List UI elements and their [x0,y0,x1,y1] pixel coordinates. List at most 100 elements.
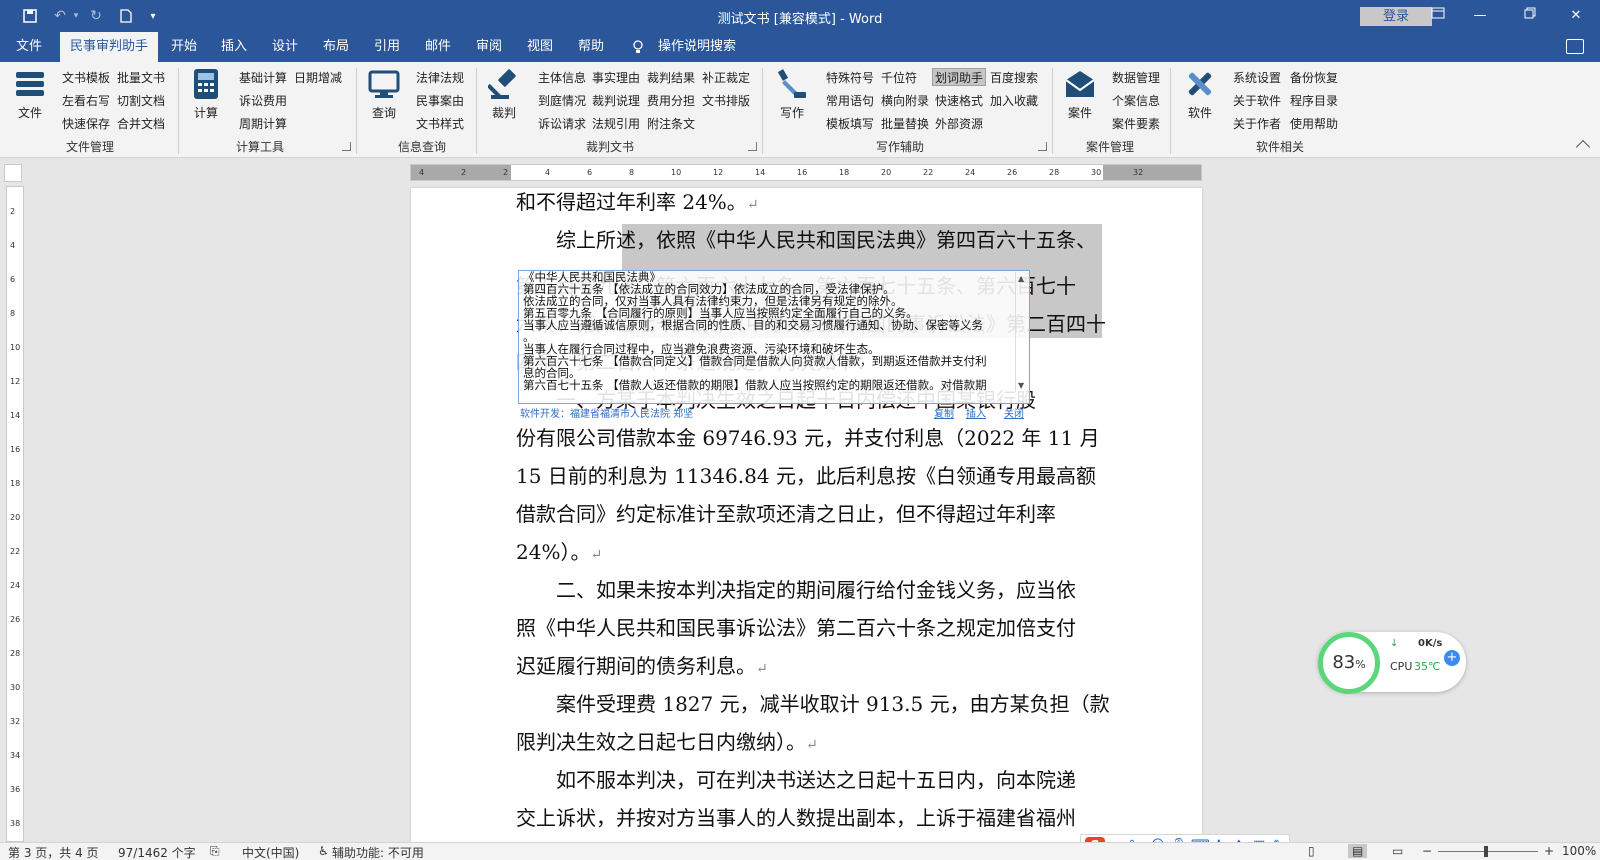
tab-view[interactable]: 视图 [520,32,560,62]
word-select-helper-button[interactable]: 划词助手 [932,68,987,86]
proofing-icon[interactable]: ⎘ [210,844,220,859]
quick-format-button[interactable]: 快速格式 [935,92,983,110]
backup-restore-button[interactable]: 备份恢复 [1290,69,1338,87]
case-cause-button[interactable]: 民事案由 [416,92,464,110]
template-fill-button[interactable]: 模板填写 [826,115,874,133]
zoom-slider-thumb[interactable] [1484,846,1488,857]
claims-button[interactable]: 诉讼请求 [538,115,586,133]
tab-civil-trial-assistant[interactable]: 民事审判助手 [60,32,158,62]
tell-me-search[interactable]: 操作说明搜索 [658,32,736,62]
read-mode-icon[interactable]: ▯ [1308,844,1315,858]
scroll-down-icon[interactable]: ▼ [1018,381,1024,390]
writing-launcher-icon[interactable] [1038,142,1047,151]
document-line[interactable]: 二、如果未按本判决指定的期间履行给付金钱义务，应当依 [516,576,1076,604]
fee-allocation-button[interactable]: 费用分担 [647,92,695,110]
period-calc-button[interactable]: 周期计算 [239,115,287,133]
baidu-search-button[interactable]: 百度搜索 [990,69,1038,87]
data-management-button[interactable]: 数据管理 [1112,69,1160,87]
popup-insert-link[interactable]: 插入 [966,405,986,420]
tab-layout[interactable]: 布局 [316,32,356,62]
basic-calc-button[interactable]: 基础计算 [239,69,287,87]
performance-widget[interactable]: 83% ↓ 0K/s CPU 35℃ + [1318,632,1466,694]
zoom-out-icon[interactable]: − [1422,844,1432,858]
tab-help[interactable]: 帮助 [571,32,611,62]
word-count[interactable]: 97/1462 个字 [118,844,196,860]
case-info-button[interactable]: 个案信息 [1112,92,1160,110]
tab-insert[interactable]: 插入 [214,32,254,62]
reasoning-button[interactable]: 裁判说理 [592,92,640,110]
accessibility-status[interactable]: 辅助功能: 不可用 [332,844,424,860]
merge-doc-button[interactable]: 合并文档 [117,115,165,133]
document-line[interactable]: 案件受理费 1827 元，减半收取计 913.5 元，由方某负担（款 [516,690,1110,718]
judgment-result-button[interactable]: 裁判结果 [647,69,695,87]
doc-layout-button[interactable]: 文书排版 [702,92,750,110]
vertical-ruler[interactable]: 2 4 6 8 10 12 14 16 18 20 22 24 26 28 30 32 34 36 38 [6,186,24,842]
zoom-in-icon[interactable]: + [1544,844,1554,858]
web-layout-icon[interactable]: ▭ [1392,844,1403,858]
facts-reasons-button[interactable]: 事实理由 [592,69,640,87]
document-line[interactable]: 如不服本判决，可在判决书送达之日起十五日内，向本院递 [516,766,1076,794]
tab-references[interactable]: 引用 [367,32,407,62]
quick-save-button[interactable]: 快速保存 [62,115,110,133]
side-by-side-button[interactable]: 左看右写 [62,92,110,110]
calc-tools-launcher-icon[interactable] [342,142,351,151]
system-settings-button[interactable]: 系统设置 [1233,69,1281,87]
laws-button[interactable]: 法律法规 [416,69,464,87]
document-line[interactable]: 24%）。↵ [516,538,1016,566]
calc-button[interactable]: 计算 [184,68,228,128]
law-preview-popup[interactable]: 《中华人民共和国民法典》 第四百六十五条 【依法成立的合同效力】依法成立的合同，受… [518,270,1030,404]
document-line[interactable]: 限判决生效之日起七日内缴纳）。↵ [516,728,1016,756]
document-line[interactable]: 交上诉状，并按对方当事人的人数提出副本，上诉于福建省福州 [516,804,1076,832]
restore-icon[interactable] [1510,6,1550,26]
zoom-slider[interactable] [1438,851,1538,852]
zoom-level[interactable]: 100% [1562,844,1596,858]
horizontal-appendix-button[interactable]: 横向附录 [881,92,929,110]
comments-icon[interactable] [1566,39,1584,54]
popup-copy-link[interactable]: 复制 [934,405,954,420]
tab-review[interactable]: 审阅 [469,32,509,62]
law-citation-button[interactable]: 法规引用 [592,115,640,133]
doc-style-button[interactable]: 文书样式 [416,115,464,133]
about-author-button[interactable]: 关于作者 [1233,115,1281,133]
litigation-fee-button[interactable]: 诉讼费用 [239,92,287,110]
collapse-ribbon-icon[interactable] [1575,139,1591,155]
add-plus-icon[interactable]: + [1444,650,1460,666]
tab-home[interactable]: 开始 [164,32,204,62]
program-directory-button[interactable]: 程序目录 [1290,92,1338,110]
write-button[interactable]: 写作 [770,68,814,128]
print-layout-icon[interactable]: ▤ [1348,844,1368,858]
document-line[interactable]: 照《中华人民共和国民事诉讼法》第二百六十条之规定加倍支付 [516,614,1076,642]
tab-selector[interactable] [4,164,22,182]
minimize-icon[interactable]: — [1460,6,1500,26]
correction-ruling-button[interactable]: 补正裁定 [702,69,750,87]
document-line[interactable]: 综上所述，依照《中华人民共和国民法典》第四百六十五条、 [516,226,1096,254]
tab-design[interactable]: 设计 [265,32,305,62]
judgment-launcher-icon[interactable] [748,142,757,151]
batch-doc-button[interactable]: 批量文书 [117,69,165,87]
usage-help-button[interactable]: 使用帮助 [1290,115,1338,133]
horizontal-ruler[interactable]: 4 2 2 4 6 8 10 12 14 16 18 20 22 24 26 28 30 32 [410,164,1202,181]
close-icon[interactable]: ✕ [1556,6,1596,26]
software-button[interactable]: 软件 [1178,68,1222,128]
thousands-separator-button[interactable]: 千位符 [881,69,917,87]
about-software-button[interactable]: 关于软件 [1233,92,1281,110]
attendance-button[interactable]: 到庭情况 [538,92,586,110]
judge-button[interactable]: 裁判 [482,68,526,128]
document-line[interactable]: 和不得超过年利率 24%。↵ [516,188,1016,216]
document-line[interactable]: 迟延履行期间的债务利息。↵ [516,652,1016,680]
external-resources-button[interactable]: 外部资源 [935,115,983,133]
doc-template-button[interactable]: 文书模板 [62,69,110,87]
popup-scrollbar[interactable]: ▲ ▼ [1015,272,1028,392]
document-line[interactable]: 借款合同》约定标准计至款项还清之日止，但不得超过年利率 [516,500,1056,528]
split-doc-button[interactable]: 切割文档 [117,92,165,110]
popup-close-link[interactable]: 关闭 [1004,405,1024,420]
tab-mailings[interactable]: 邮件 [418,32,458,62]
party-info-button[interactable]: 主体信息 [538,69,586,87]
document-line[interactable]: 15 日前的利息为 11346.84 元，此后利息按《白领通专用最高额 [516,462,1096,490]
batch-replace-button[interactable]: 批量替换 [881,115,929,133]
case-button[interactable]: 案件 [1058,68,1102,128]
case-elements-button[interactable]: 案件要素 [1112,115,1160,133]
query-button[interactable]: 查询 [362,68,406,128]
add-favorite-button[interactable]: 加入收藏 [990,92,1038,110]
ribbon-display-options-icon[interactable] [1418,6,1458,26]
